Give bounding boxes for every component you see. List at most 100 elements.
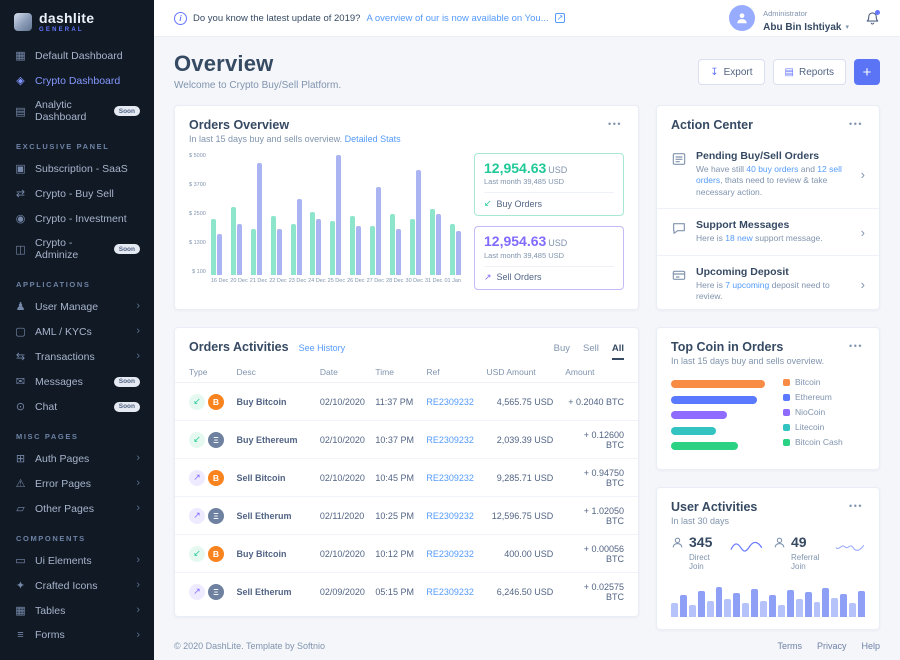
orders-bar-sell — [356, 226, 361, 275]
footer-link-privacy[interactable]: Privacy — [817, 641, 847, 651]
top-coins-title: Top Coin in Orders — [671, 340, 824, 354]
table-row[interactable]: ↗BSell Bitcoin02/10/202010:45 PMRE230923… — [175, 459, 638, 497]
logo-subtitle: GENERAL — [39, 27, 94, 33]
footer-link-terms[interactable]: Terms — [777, 641, 802, 651]
activity-bar — [849, 603, 856, 617]
tab-all[interactable]: All — [612, 343, 624, 360]
bitcoin-icon: B — [208, 394, 224, 410]
table-row[interactable]: ↙BBuy Bitcoin02/10/202010:12 PMRE2309232… — [175, 535, 638, 573]
order-type-cell: ↗Ξ — [175, 497, 231, 535]
order-date: 02/11/2020 — [314, 497, 370, 535]
action-item-support-messages[interactable]: Support MessagesHere is 18 new support m… — [657, 209, 879, 255]
order-usd-amount: 9,285.71 USD — [481, 459, 560, 497]
sidebar-item-user-manage[interactable]: ♟User Manage› — [0, 294, 154, 319]
order-desc: Sell Bitcoin — [231, 459, 314, 497]
table-row[interactable]: ↗ΞSell Etherum02/11/202010:25 PMRE230923… — [175, 497, 638, 535]
order-time: 10:37 PM — [369, 421, 420, 459]
sidebar-item-ui-elements[interactable]: ▭Ui Elements› — [0, 548, 154, 573]
footer-link-help[interactable]: Help — [861, 641, 880, 651]
y-axis-label: $ 3700 — [189, 182, 206, 188]
legend-dot — [783, 379, 790, 386]
overflow-menu-icon[interactable]: ••• — [606, 118, 624, 131]
sidebar-item-subscription-saas[interactable]: ▣Subscription - SaaS — [0, 156, 154, 181]
x-axis-label: 22 Dec — [269, 278, 286, 284]
person-icon — [671, 536, 684, 549]
last-month-label: Last month — [484, 251, 521, 260]
orders-bar-sell — [436, 214, 441, 275]
sidebar-item-crafted-icons[interactable]: ✦Crafted Icons› — [0, 573, 154, 598]
x-axis-label: 26 Dec — [347, 278, 364, 284]
sidebar-item-crypto-adminize[interactable]: ◫Crypto - AdminizeSoon — [0, 231, 154, 267]
sidebar-item-analytic-dashboard[interactable]: ▤Analytic DashboardSoon — [0, 93, 154, 129]
activity-bar — [742, 603, 749, 617]
sidebar-item-default-dashboard[interactable]: ▦Default Dashboard — [0, 43, 154, 68]
upcoming-deposit-icon — [671, 267, 687, 283]
order-ref-link[interactable]: RE2309232 — [426, 549, 474, 559]
orders-activities-card: Orders Activities See History BuySellAll… — [174, 327, 639, 617]
tab-sell[interactable]: Sell — [583, 343, 599, 360]
sidebar-item-auth-pages[interactable]: ⊞Auth Pages› — [0, 446, 154, 471]
order-ref-link[interactable]: RE2309232 — [426, 587, 474, 597]
auth-icon: ⊞ — [14, 452, 27, 465]
sidebar-item-crypto-dashboard[interactable]: ◈Crypto Dashboard — [0, 68, 154, 93]
buy-orders-label: Buy Orders — [497, 199, 543, 209]
sidebar: dashlite GENERAL ▦Default Dashboard◈Cryp… — [0, 0, 154, 660]
order-ref-link[interactable]: RE2309232 — [426, 473, 474, 483]
activity-bar — [716, 587, 723, 617]
desc-text: Here is — [696, 280, 725, 290]
external-link-icon[interactable]: ↗ — [555, 13, 566, 24]
order-ref-link[interactable]: RE2309232 — [426, 511, 474, 521]
order-ref-link[interactable]: RE2309232 — [426, 397, 474, 407]
activity-bar — [787, 590, 794, 617]
user-menu[interactable]: Administrator Abu Bin Ishtiyak ▾ — [729, 2, 849, 35]
x-axis-label: 24 Dec — [308, 278, 325, 284]
activity-bar — [769, 595, 776, 617]
table-row[interactable]: ↙BBuy Bitcoin02/10/202011:37 PMRE2309232… — [175, 383, 638, 421]
action-item-pending-buy-sell-orders[interactable]: Pending Buy/Sell OrdersWe have still 40 … — [657, 140, 879, 209]
table-row[interactable]: ↗ΞSell Etherum02/09/202005:15 PMRE230923… — [175, 573, 638, 611]
order-date: 02/10/2020 — [314, 535, 370, 573]
buy-arrow-icon: ↙ — [189, 432, 205, 448]
sidebar-item-crypto-buy-sell[interactable]: ⇄Crypto - Buy Sell — [0, 181, 154, 206]
see-history-link[interactable]: See History — [299, 343, 346, 353]
sidebar-item-chat[interactable]: ⊙ChatSoon — [0, 394, 154, 419]
sidebar-item-messages[interactable]: ✉MessagesSoon — [0, 369, 154, 394]
coin-bar-bitcoin — [671, 380, 765, 388]
detailed-stats-link[interactable]: Detailed Stats — [345, 134, 401, 144]
action-item-upcoming-deposit[interactable]: Upcoming DepositHere is 7 upcoming depos… — [657, 256, 879, 310]
orders-bar-buy — [350, 216, 355, 275]
table-row[interactable]: ↙ΞBuy Ethereum02/10/202010:37 PMRE230923… — [175, 421, 638, 459]
x-axis-label: 21 Dec — [250, 278, 267, 284]
sidebar-item-crypto-investment[interactable]: ◉Crypto - Investment — [0, 206, 154, 231]
page-actions: ↧ Export ▤ Reports + — [698, 59, 880, 85]
sidebar-item-label: User Manage — [35, 301, 98, 313]
sidebar-item-tables[interactable]: ▦Tables› — [0, 598, 154, 623]
bar-group-27-dec — [370, 153, 381, 275]
orders-bar-buy — [410, 219, 415, 275]
notice-link[interactable]: A overview of our is now available on Yo… — [366, 13, 548, 24]
sidebar-item-label: Crypto - Investment — [35, 213, 127, 225]
export-button[interactable]: ↧ Export — [698, 59, 764, 85]
overflow-menu-icon[interactable]: ••• — [847, 340, 865, 353]
sidebar-item-other-pages[interactable]: ▱Other Pages› — [0, 496, 154, 521]
order-ref-link[interactable]: RE2309232 — [426, 435, 474, 445]
sidebar-item-error-pages[interactable]: ⚠Error Pages› — [0, 471, 154, 496]
overflow-menu-icon[interactable]: ••• — [847, 500, 865, 513]
notice-text: Do you know the latest update of 2019? — [193, 13, 360, 24]
sidebar-item-forms[interactable]: ≡Forms› — [0, 623, 154, 647]
action-item-title: Support Messages — [696, 219, 850, 231]
sidebar-item-aml-kycs[interactable]: ▢AML / KYCs› — [0, 319, 154, 344]
logo[interactable]: dashlite GENERAL — [0, 0, 154, 41]
order-desc: Buy Bitcoin — [231, 383, 314, 421]
order-type-cell: ↗B — [175, 459, 231, 497]
tab-buy[interactable]: Buy — [554, 343, 570, 360]
reports-button[interactable]: ▤ Reports — [773, 59, 846, 85]
add-button[interactable]: + — [854, 59, 880, 85]
last-month-label: Last month — [484, 177, 521, 186]
sidebar-item-transactions[interactable]: ⇆Transactions› — [0, 344, 154, 369]
legend-label: NioCoin — [795, 407, 825, 417]
notifications-button[interactable] — [865, 11, 880, 26]
orders-activities-tabs: Buy Sell All — [554, 343, 624, 360]
bitcoin-icon: B — [208, 546, 224, 562]
overflow-menu-icon[interactable]: ••• — [847, 118, 865, 131]
